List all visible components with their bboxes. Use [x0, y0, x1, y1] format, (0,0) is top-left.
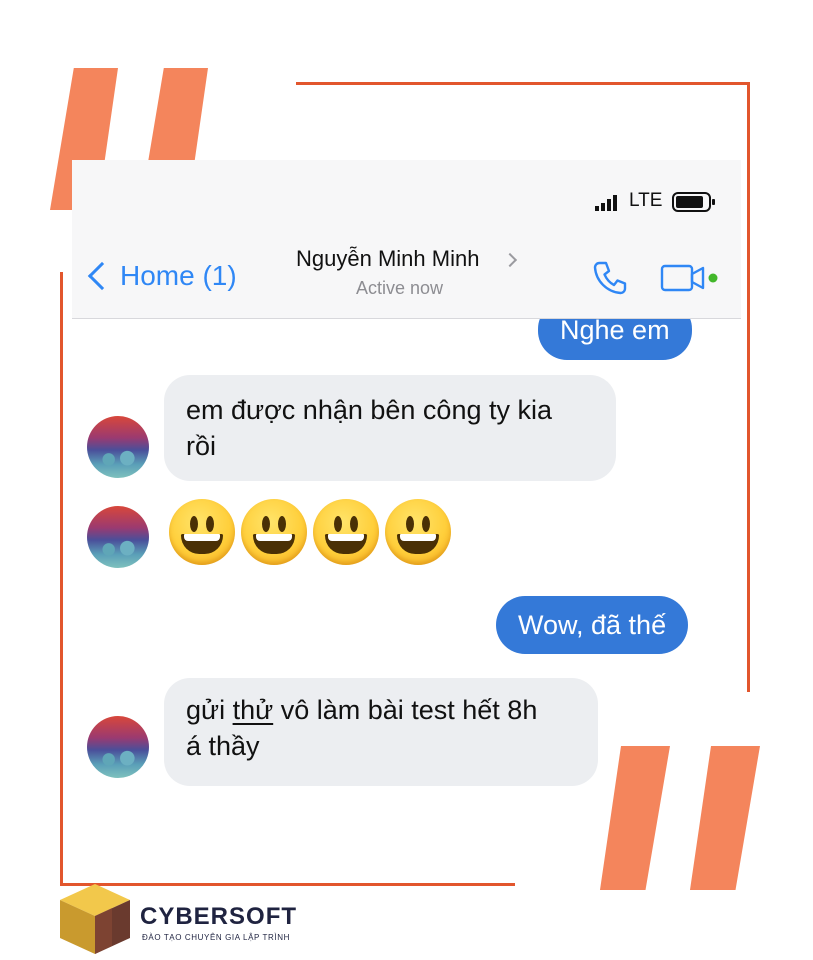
grinning-face-emoji — [313, 499, 379, 565]
message-link-text[interactable]: thử — [233, 695, 274, 725]
message-text: Nghe em — [560, 315, 670, 345]
message-text-line: á thầy — [186, 731, 260, 761]
message-text: Wow, đã thế — [518, 610, 667, 640]
message-incoming[interactable]: em được nhận bên công ty kia rồi — [164, 375, 616, 481]
message-text-line: gửi thử vô làm bài test hết 8h — [186, 692, 576, 728]
brand-name: CYBERSOFT — [140, 903, 298, 930]
contact-avatar[interactable] — [87, 416, 149, 478]
cybersoft-logo-icon — [60, 884, 130, 954]
phone-call-icon[interactable] — [590, 258, 630, 298]
brand-tagline: ĐÀO TẠO CHUYÊN GIA LẬP TRÌNH — [142, 933, 290, 942]
message-incoming[interactable]: gửi thử vô làm bài test hết 8h á thầy — [164, 678, 598, 786]
messenger-screenshot: LTE Nghe em em được nhận bên công ty kia… — [72, 160, 741, 800]
message-outgoing[interactable]: Wow, đã thế — [496, 596, 689, 654]
status-bar: LTE — [72, 160, 741, 222]
contact-name[interactable]: Nguyễn Minh Minh — [296, 246, 479, 272]
message-text: vô làm bài test hết 8h — [273, 695, 538, 725]
network-label: LTE — [629, 190, 663, 211]
frame-line-left — [60, 272, 63, 886]
message-text: gửi — [186, 695, 233, 725]
signal-icon — [595, 195, 617, 211]
frame-line-top — [296, 82, 750, 85]
back-button[interactable]: Home (1) — [120, 260, 237, 292]
contact-avatar[interactable] — [87, 506, 149, 568]
grinning-face-emoji — [385, 499, 451, 565]
message-text-line: rồi — [186, 431, 217, 461]
message-text-line: em được nhận bên công ty kia — [186, 395, 552, 425]
grinning-face-emoji — [241, 499, 307, 565]
grinning-face-emoji — [169, 499, 235, 565]
contact-avatar[interactable] — [87, 716, 149, 778]
battery-icon — [672, 192, 715, 212]
contact-status: Active now — [356, 278, 444, 298]
video-call-icon[interactable] — [660, 263, 720, 295]
frame-line-right — [747, 82, 750, 692]
